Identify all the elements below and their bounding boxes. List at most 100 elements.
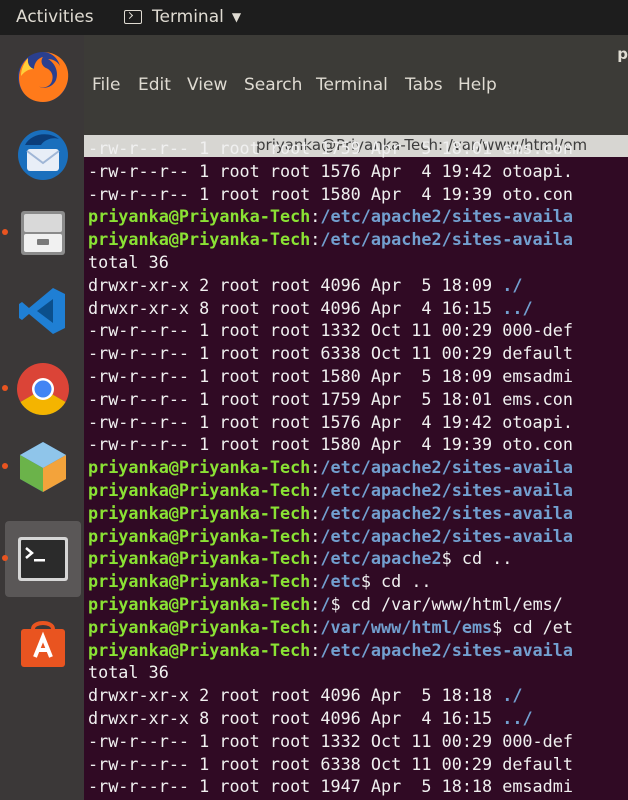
firefox-icon bbox=[18, 52, 69, 102]
command-text: $ cd .. bbox=[441, 548, 513, 569]
output-text: -rw-r--r-- 1 root root 1759 Apr 5 18:01 … bbox=[88, 138, 573, 158]
app-menu[interactable]: Terminal ▼ bbox=[124, 7, 241, 27]
chrome-icon bbox=[17, 363, 69, 415]
terminal-line: -rw-r--r-- 1 root root 1580 Apr 4 19:39 … bbox=[88, 433, 628, 456]
dock-item-thunderbird[interactable] bbox=[5, 117, 81, 193]
output-text: -rw-r--r-- 1 root root 1332 Oct 11 00:29… bbox=[88, 730, 573, 751]
dock-item-chrome[interactable] bbox=[2, 351, 81, 427]
running-indicator bbox=[2, 555, 8, 561]
terminal-line: priyanka@Priyanka-Tech:/etc/apache2/site… bbox=[88, 502, 628, 525]
thunderbird-icon bbox=[18, 130, 68, 180]
terminal-line: priyanka@Priyanka-Tech:/etc/apache2/site… bbox=[88, 479, 628, 502]
terminal-line: priyanka@Priyanka-Tech:/etc/apache2$ cd … bbox=[88, 547, 628, 570]
prompt-path: /etc/apache2/sites-availa bbox=[320, 639, 573, 660]
prompt-user: priyanka@Priyanka-Tech bbox=[88, 479, 311, 500]
output-text: total 36 bbox=[88, 251, 169, 272]
terminal-line: -rw-r--r-- 1 root root 1580 Apr 5 18:09 … bbox=[88, 365, 628, 388]
terminal-line: priyanka@Priyanka-Tech:/etc/apache2/site… bbox=[88, 228, 628, 251]
prompt-path: /etc/apache2/sites-availa bbox=[320, 525, 573, 546]
output-text: -rw-r--r-- 1 root root 1580 Apr 5 18:09 … bbox=[88, 365, 573, 386]
prompt-path: /etc/apache2/sites-availa bbox=[320, 229, 573, 250]
terminal-line: -rw-r--r-- 1 root root 1759 Apr 5 18:01 … bbox=[88, 388, 628, 411]
prompt-path: /etc/apache2/sites-availa bbox=[320, 206, 573, 227]
prompt-colon: : bbox=[310, 229, 321, 250]
terminal-line: priyanka@Priyanka-Tech:/$ cd /var/www/ht… bbox=[88, 593, 628, 616]
prompt-user: priyanka@Priyanka-Tech bbox=[88, 548, 311, 569]
prompt-path: /etc bbox=[320, 571, 361, 592]
prompt-colon: : bbox=[310, 571, 321, 592]
output-text: -rw-r--r-- 1 root root 1580 Apr 4 19:39 … bbox=[88, 183, 573, 204]
terminal-line: -rw-r--r-- 1 root root 6338 Oct 11 00:29… bbox=[88, 342, 628, 365]
dock-item-terminal[interactable] bbox=[2, 521, 81, 597]
output-text: -rw-r--r-- 1 root root 1947 Apr 5 18:18 … bbox=[88, 776, 573, 797]
prompt-user: priyanka@Priyanka-Tech bbox=[88, 639, 311, 660]
terminal-line: drwxr-xr-x 2 root root 4096 Apr 5 18:18 … bbox=[88, 684, 628, 707]
prompt-path: /var/www/html/ems bbox=[320, 616, 493, 637]
output-text: drwxr-xr-x 8 root root 4096 Apr 4 16:15 bbox=[88, 707, 503, 728]
prompt-user: priyanka@Priyanka-Tech bbox=[88, 616, 311, 637]
output-text: -rw-r--r-- 1 root root 6338 Oct 11 00:29… bbox=[88, 343, 573, 364]
terminal-line: priyanka@Priyanka-Tech:/etc/apache2/site… bbox=[88, 525, 628, 548]
terminal-line: drwxr-xr-x 8 root root 4096 Apr 4 16:15 … bbox=[88, 707, 628, 730]
menu-file[interactable]: File bbox=[92, 75, 120, 95]
app-menu-label: Terminal bbox=[152, 7, 224, 27]
dock-item-files[interactable] bbox=[2, 195, 81, 271]
prompt-colon: : bbox=[310, 525, 321, 546]
directory-name: ../ bbox=[502, 297, 533, 318]
terminal-line: total 36 bbox=[88, 661, 628, 684]
menu-search[interactable]: Search bbox=[244, 75, 302, 95]
prompt-user: priyanka@Priyanka-Tech bbox=[88, 206, 311, 227]
prompt-colon: : bbox=[310, 639, 321, 660]
dock-item-vscode[interactable] bbox=[5, 273, 81, 349]
prompt-user: priyanka@Priyanka-Tech bbox=[88, 571, 311, 592]
prompt-colon: : bbox=[310, 502, 321, 523]
terminal-line: -rw-r--r-- 1 root root 1332 Oct 11 00:29… bbox=[88, 319, 628, 342]
directory-name: ../ bbox=[502, 707, 533, 728]
menu-tabs[interactable]: Tabs bbox=[405, 75, 443, 95]
prompt-colon: : bbox=[310, 616, 321, 637]
terminal-line: priyanka@Priyanka-Tech:/etc$ cd .. bbox=[88, 570, 628, 593]
output-text: drwxr-xr-x 2 root root 4096 Apr 5 18:18 bbox=[88, 685, 503, 706]
terminal-line: priyanka@Priyanka-Tech:/var/www/html/ems… bbox=[88, 616, 628, 639]
terminal-line: -rw-r--r-- 1 root root 1947 Apr 5 18:18 … bbox=[88, 775, 628, 798]
prompt-colon: : bbox=[310, 479, 321, 500]
terminal-line: -rw-r--r-- 1 root root 1576 Apr 4 19:42 … bbox=[88, 411, 628, 434]
prompt-path: /etc/apache2/sites-availa bbox=[320, 502, 573, 523]
output-text: -rw-r--r-- 1 root root 6338 Oct 11 00:29… bbox=[88, 753, 573, 774]
activities-button[interactable]: Activities bbox=[16, 7, 94, 27]
prompt-path: /etc/apache2/sites-availa bbox=[320, 479, 573, 500]
terminal-line: total 36 bbox=[88, 251, 628, 274]
prompt-user: priyanka@Priyanka-Tech bbox=[88, 525, 311, 546]
menu-terminal[interactable]: Terminal bbox=[316, 75, 388, 95]
menu-edit[interactable]: Edit bbox=[138, 75, 171, 95]
netbeans-icon bbox=[20, 442, 66, 492]
terminal-app-icon bbox=[124, 10, 142, 24]
menu-help[interactable]: Help bbox=[458, 75, 497, 95]
prompt-path: / bbox=[320, 593, 331, 614]
terminal-line: -rw-r--r-- 1 root root 1580 Apr 4 19:39 … bbox=[88, 183, 628, 206]
menu-view[interactable]: View bbox=[187, 75, 227, 95]
command-text: $ cd /et bbox=[492, 616, 573, 637]
terminal-line: drwxr-xr-x 8 root root 4096 Apr 4 16:15 … bbox=[88, 297, 628, 320]
prompt-user: priyanka@Priyanka-Tech bbox=[88, 502, 311, 523]
dock-item-firefox[interactable] bbox=[5, 39, 81, 115]
dock-item-netbeans[interactable] bbox=[2, 429, 81, 505]
top-bar: Activities Terminal ▼ bbox=[0, 0, 628, 35]
output-text: -rw-r--r-- 1 root root 1576 Apr 4 19:42 … bbox=[88, 160, 573, 181]
terminal-output[interactable]: -rw-r--r-- 1 root root 1759 Apr 5 18:01 … bbox=[88, 137, 628, 798]
prompt-colon: : bbox=[310, 206, 321, 227]
running-indicator bbox=[2, 385, 8, 391]
output-text: -rw-r--r-- 1 root root 1576 Apr 4 19:42 … bbox=[88, 411, 573, 432]
terminal-icon bbox=[18, 537, 68, 581]
output-text: -rw-r--r-- 1 root root 1580 Apr 4 19:39 … bbox=[88, 434, 573, 455]
output-text: drwxr-xr-x 2 root root 4096 Apr 5 18:09 bbox=[88, 274, 503, 295]
dock-item-software[interactable] bbox=[5, 605, 81, 681]
prompt-colon: : bbox=[310, 548, 321, 569]
prompt-path: /etc/apache2/sites-availa bbox=[320, 457, 573, 478]
output-text: total 36 bbox=[88, 662, 169, 683]
terminal-window[interactable]: p File Edit View Search Terminal Tabs He… bbox=[84, 35, 628, 800]
terminal-line: -rw-r--r-- 1 root root 1332 Oct 11 00:29… bbox=[88, 730, 628, 753]
output-text: drwxr-xr-x 8 root root 4096 Apr 4 16:15 bbox=[88, 297, 503, 318]
files-icon bbox=[21, 211, 65, 255]
prompt-path: /etc/apache2 bbox=[320, 548, 442, 569]
